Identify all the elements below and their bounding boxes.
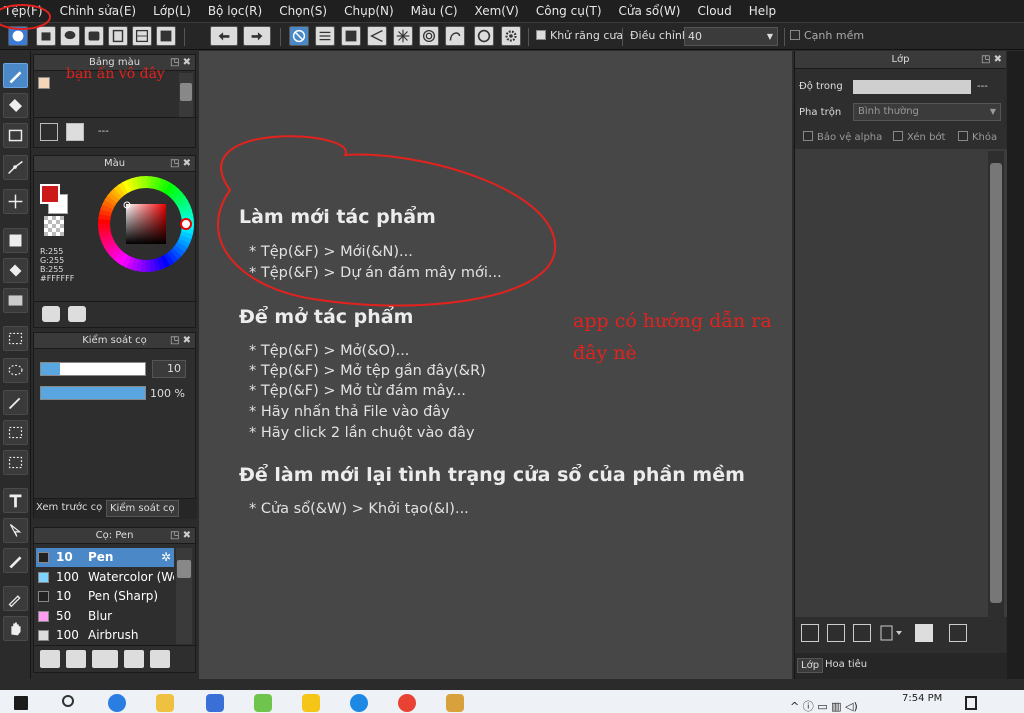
annotation-text-canvas-1: app có hướng dẫn ra <box>573 310 772 332</box>
annotation-text-canvas-2: đây nè <box>573 342 637 364</box>
annotation-text-top: bạn ấn vô đây <box>66 66 165 82</box>
annotation-circle-instructions <box>217 135 557 307</box>
annotation-overlay <box>0 4 557 307</box>
annotation-circle-file-menu <box>0 4 51 30</box>
